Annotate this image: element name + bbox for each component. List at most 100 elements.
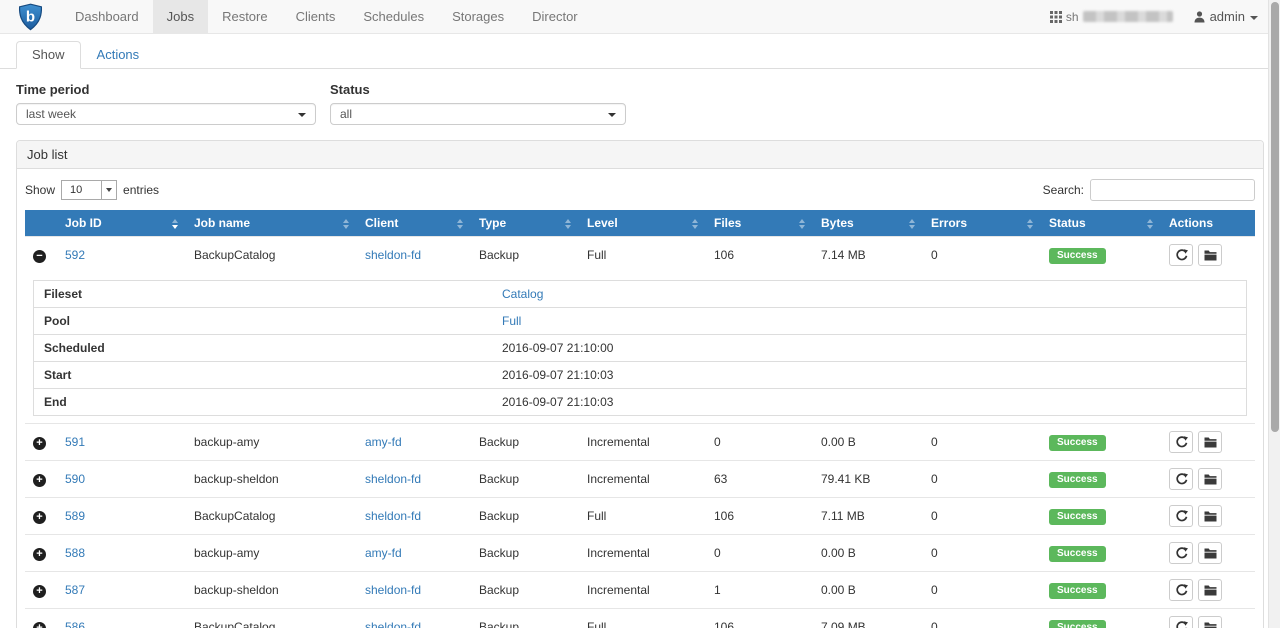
- column-header-job-id[interactable]: Job ID: [57, 210, 186, 237]
- folder-icon: [1204, 437, 1217, 448]
- search-input[interactable]: [1090, 179, 1255, 201]
- restore-button[interactable]: [1198, 468, 1222, 490]
- job-files: 106: [714, 248, 734, 262]
- client-link[interactable]: sheldon-fd: [365, 248, 421, 262]
- column-header-bytes[interactable]: Bytes: [813, 210, 923, 237]
- sort-icon: [909, 219, 915, 229]
- navbar-right: sh admin: [1050, 0, 1280, 33]
- client-link[interactable]: amy-fd: [365, 546, 402, 560]
- expand-toggle-icon[interactable]: +: [33, 548, 46, 561]
- expand-toggle-icon[interactable]: +: [33, 474, 46, 487]
- client-link[interactable]: sheldon-fd: [365, 583, 421, 597]
- job-list-panel: Job list Show 10 entries Search:: [16, 140, 1264, 628]
- chevron-down-icon: [298, 113, 306, 117]
- job-id-link[interactable]: 589: [65, 509, 85, 523]
- user-name: admin: [1210, 9, 1245, 24]
- rerun-button[interactable]: [1169, 505, 1193, 527]
- detail-row: Scheduled 2016-09-07 21:10:00: [34, 334, 1246, 361]
- entries-value: 10: [62, 181, 101, 199]
- detail-value-link[interactable]: Full: [502, 314, 521, 328]
- job-type: Backup: [479, 620, 519, 628]
- column-header-type[interactable]: Type: [471, 210, 579, 237]
- entries-select[interactable]: 10: [61, 180, 117, 200]
- job-id-link[interactable]: 586: [65, 620, 85, 628]
- restore-button[interactable]: [1198, 616, 1222, 628]
- job-id-link[interactable]: 587: [65, 583, 85, 597]
- column-header-level[interactable]: Level: [579, 210, 706, 237]
- job-bytes: 79.41 KB: [821, 472, 870, 486]
- job-name: backup-sheldon: [194, 583, 279, 597]
- nav-item-dashboard[interactable]: Dashboard: [61, 0, 153, 33]
- page: b Dashboard Jobs Restore Clients Schedul…: [0, 0, 1280, 628]
- column-header-client[interactable]: Client: [357, 210, 471, 237]
- tab-show[interactable]: Show: [16, 41, 81, 69]
- restore-button[interactable]: [1198, 431, 1222, 453]
- job-errors: 0: [931, 620, 938, 628]
- expand-toggle-icon[interactable]: −: [33, 250, 46, 263]
- column-header-status[interactable]: Status: [1041, 210, 1161, 237]
- job-id-link[interactable]: 591: [65, 435, 85, 449]
- job-files: 1: [714, 583, 721, 597]
- host-selector[interactable]: sh: [1050, 10, 1173, 24]
- job-files: 106: [714, 509, 734, 523]
- job-id-link[interactable]: 588: [65, 546, 85, 560]
- select-arrow: [101, 181, 116, 199]
- nav-item-jobs[interactable]: Jobs: [153, 0, 208, 33]
- tab-actions[interactable]: Actions: [81, 41, 156, 69]
- nav-item-storages[interactable]: Storages: [438, 0, 518, 33]
- expand-toggle-icon[interactable]: +: [33, 511, 46, 524]
- detail-label: End: [34, 389, 492, 415]
- rerun-button[interactable]: [1169, 542, 1193, 564]
- restore-button[interactable]: [1198, 505, 1222, 527]
- job-files: 106: [714, 620, 734, 628]
- column-header-job-name[interactable]: Job name: [186, 210, 357, 237]
- expand-toggle-icon[interactable]: +: [33, 622, 46, 628]
- column-header-files[interactable]: Files: [706, 210, 813, 237]
- detail-value-link[interactable]: Catalog: [502, 287, 543, 301]
- job-files: 63: [714, 472, 727, 486]
- status-badge: Success: [1049, 248, 1106, 264]
- job-type: Backup: [479, 583, 519, 597]
- job-name: BackupCatalog: [194, 620, 275, 628]
- column-header-errors[interactable]: Errors: [923, 210, 1041, 237]
- job-type: Backup: [479, 546, 519, 560]
- job-id-link[interactable]: 590: [65, 472, 85, 486]
- user-menu[interactable]: admin: [1194, 9, 1258, 24]
- restore-button[interactable]: [1198, 579, 1222, 601]
- nav-item-schedules[interactable]: Schedules: [349, 0, 438, 33]
- client-link[interactable]: amy-fd: [365, 435, 402, 449]
- bareos-logo[interactable]: b: [0, 0, 61, 33]
- expand-toggle-icon[interactable]: +: [33, 437, 46, 450]
- job-level: Full: [587, 248, 606, 262]
- rerun-button[interactable]: [1169, 244, 1193, 266]
- job-id-link[interactable]: 592: [65, 248, 85, 262]
- client-link[interactable]: sheldon-fd: [365, 620, 421, 628]
- detail-label: Fileset: [34, 281, 492, 307]
- nav-item-director[interactable]: Director: [518, 0, 592, 33]
- rerun-button[interactable]: [1169, 431, 1193, 453]
- expand-toggle-icon[interactable]: +: [33, 585, 46, 598]
- vertical-scrollbar[interactable]: [1268, 0, 1280, 628]
- table-row: + 586 BackupCatalog sheldon-fd Backup Fu…: [25, 609, 1255, 628]
- job-level: Incremental: [587, 472, 650, 486]
- nav-item-clients[interactable]: Clients: [282, 0, 350, 33]
- nav-item-restore[interactable]: Restore: [208, 0, 282, 33]
- client-link[interactable]: sheldon-fd: [365, 472, 421, 486]
- status-badge: Success: [1049, 509, 1106, 525]
- job-bytes: 7.11 MB: [821, 509, 865, 523]
- client-link[interactable]: sheldon-fd: [365, 509, 421, 523]
- rerun-button[interactable]: [1169, 579, 1193, 601]
- scrollbar-thumb[interactable]: [1271, 2, 1279, 432]
- rerun-button[interactable]: [1169, 616, 1193, 628]
- rerun-button[interactable]: [1169, 468, 1193, 490]
- job-level: Incremental: [587, 435, 650, 449]
- time-period-value: last week: [26, 107, 76, 121]
- restore-button[interactable]: [1198, 244, 1222, 266]
- time-period-select[interactable]: last week: [16, 103, 316, 125]
- restore-button[interactable]: [1198, 542, 1222, 564]
- status-select[interactable]: all: [330, 103, 626, 125]
- job-level: Full: [587, 509, 606, 523]
- table-row: + 589 BackupCatalog sheldon-fd Backup Fu…: [25, 498, 1255, 535]
- grid-icon: [1050, 11, 1062, 23]
- job-name: BackupCatalog: [194, 248, 275, 262]
